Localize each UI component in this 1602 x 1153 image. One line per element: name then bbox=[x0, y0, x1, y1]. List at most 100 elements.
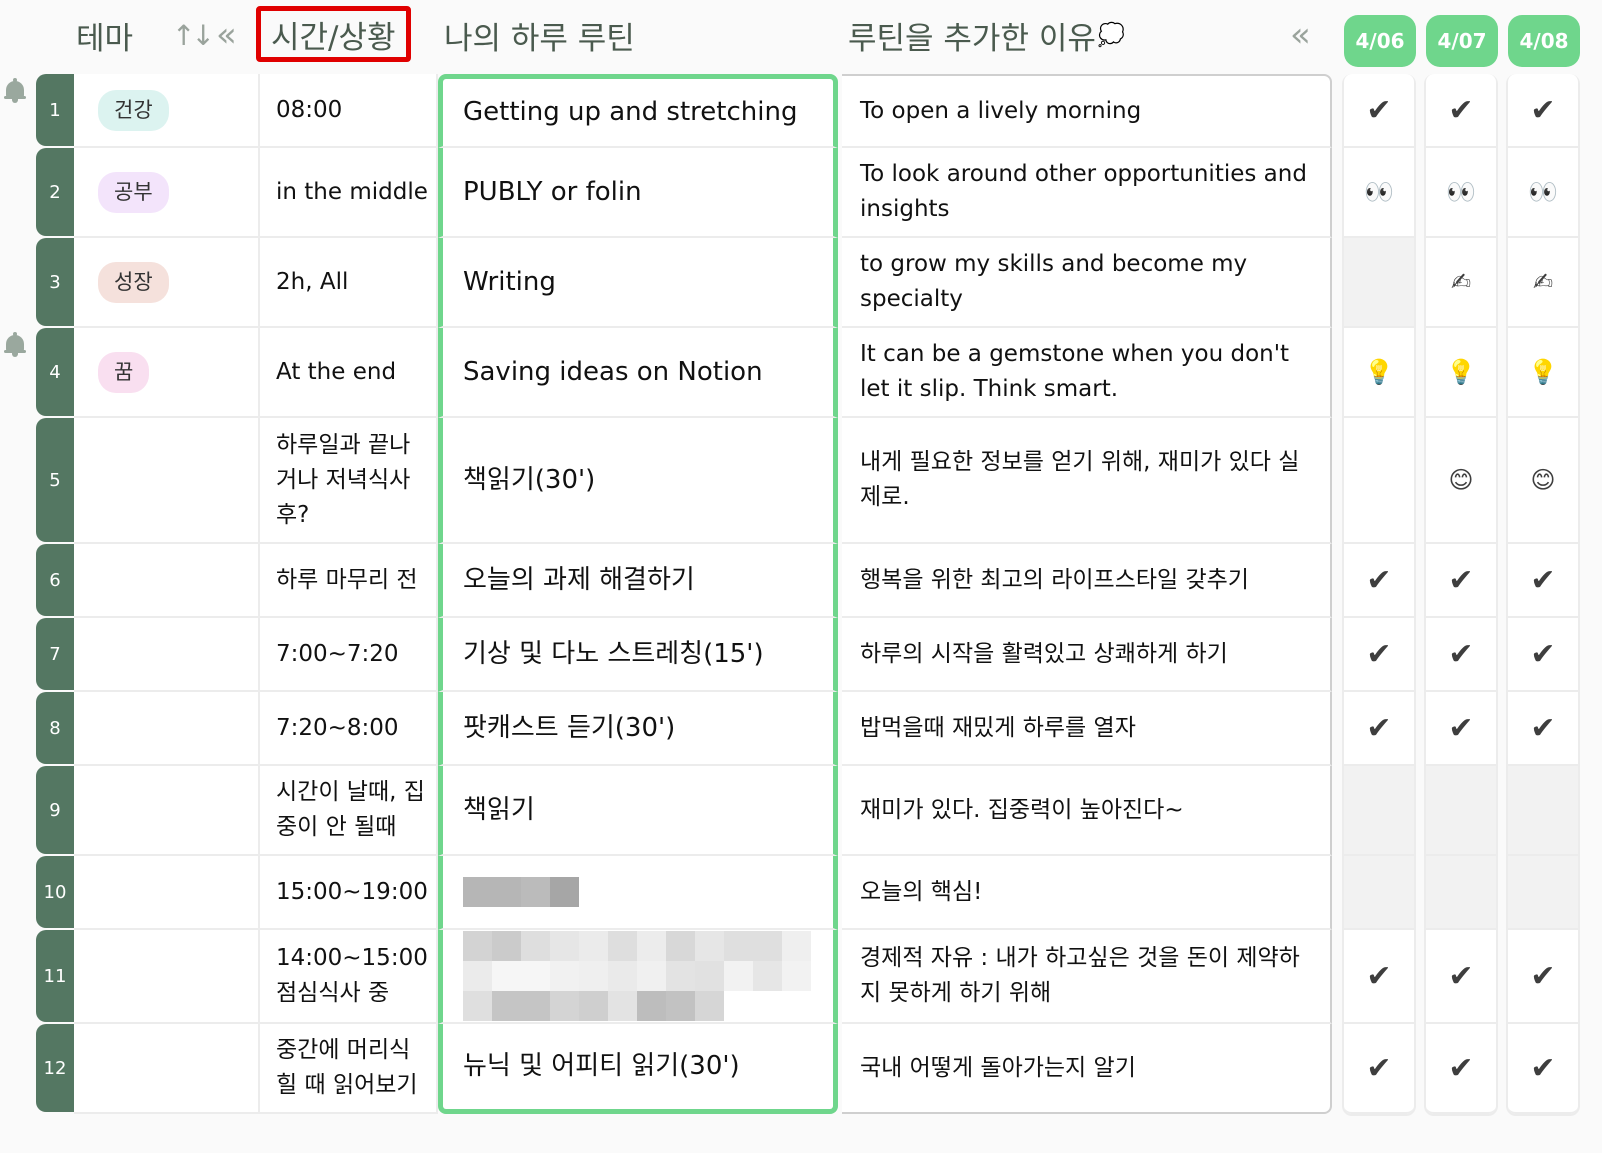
check-cell[interactable]: 👀 bbox=[1508, 148, 1578, 238]
theme-cell[interactable] bbox=[74, 856, 260, 930]
time-cell[interactable]: 중간에 머리식힐 때 읽어보기 bbox=[260, 1024, 438, 1114]
theme-cell[interactable]: 건강 bbox=[74, 74, 260, 148]
reason-cell[interactable]: 재미가 있다. 집중력이 높아진다~ bbox=[842, 766, 1332, 856]
routine-cell[interactable]: PUBLY or folin bbox=[438, 148, 838, 238]
table-row[interactable]: 2 공부 in the middle PUBLY or folin To look ar… bbox=[36, 148, 1332, 238]
table-row[interactable]: 6 하루 마무리 전 오늘의 과제 해결하기 행복을 위한 최고의 라이프스타일 갖추… bbox=[36, 544, 1332, 618]
routine-cell[interactable]: 책읽기 bbox=[438, 766, 838, 856]
sort-icon[interactable]: ↑↓ bbox=[172, 0, 215, 70]
empty-check-cell[interactable] bbox=[1508, 856, 1578, 930]
check-cell[interactable]: 👀 bbox=[1344, 148, 1414, 238]
column-header-theme[interactable]: 테마 bbox=[76, 0, 133, 70]
check-cell[interactable]: ✔ bbox=[1344, 544, 1414, 618]
row-number[interactable]: 4 bbox=[36, 328, 74, 416]
check-cell[interactable]: ✍ bbox=[1508, 238, 1578, 328]
check-cell[interactable]: 💡 bbox=[1426, 328, 1496, 418]
time-cell[interactable]: 시간이 날때, 집중이 안 될때 bbox=[260, 766, 438, 856]
reason-cell[interactable]: It can be a gemstone when you don't let … bbox=[842, 328, 1332, 418]
check-cell[interactable]: ✔ bbox=[1426, 618, 1496, 692]
bell-icon[interactable] bbox=[4, 78, 26, 104]
check-cell[interactable]: 😊 bbox=[1508, 418, 1578, 544]
theme-cell[interactable] bbox=[74, 544, 260, 618]
row-number[interactable]: 5 bbox=[36, 418, 74, 542]
theme-cell[interactable]: 공부 bbox=[74, 148, 260, 238]
table-row[interactable]: 7 7:00~7:20 기상 및 다노 스트레칭(15') 하루의 시작을 활력있고 … bbox=[36, 618, 1332, 692]
time-cell[interactable]: 08:00 bbox=[260, 74, 438, 148]
check-cell[interactable]: ✔ bbox=[1426, 692, 1496, 766]
reason-cell[interactable]: 오늘의 핵심! bbox=[842, 856, 1332, 930]
table-row[interactable]: 11 14:00~15:00 점심식사 중 경제적 자유 : 내가 하고싶은 것을 … bbox=[36, 930, 1332, 1024]
check-cell[interactable]: 💡 bbox=[1508, 328, 1578, 418]
routine-cell[interactable]: 오늘의 과제 해결하기 bbox=[438, 544, 838, 618]
table-row[interactable]: 4 꿈 At the end Saving ideas on Notion It can… bbox=[36, 328, 1332, 418]
collapse-dates-icon[interactable]: « bbox=[1290, 0, 1311, 70]
row-number[interactable]: 8 bbox=[36, 692, 74, 764]
theme-cell[interactable]: 성장 bbox=[74, 238, 260, 328]
reason-cell[interactable]: 경제적 자유 : 내가 하고싶은 것을 돈이 제약하지 못하게 하기 위해 bbox=[842, 930, 1332, 1024]
routine-cell[interactable]: 뉴닉 및 어피티 읽기(30') bbox=[438, 1024, 838, 1114]
column-header-time-situation[interactable]: 시간/상황 bbox=[256, 6, 411, 62]
check-cell[interactable]: 👀 bbox=[1426, 148, 1496, 238]
reason-cell[interactable]: To look around other opportunities and i… bbox=[842, 148, 1332, 238]
check-cell[interactable]: ✍ bbox=[1426, 238, 1496, 328]
row-number[interactable]: 12 bbox=[36, 1024, 74, 1112]
time-cell[interactable]: 7:20~8:00 bbox=[260, 692, 438, 766]
empty-check-cell[interactable] bbox=[1344, 238, 1414, 328]
empty-check-cell[interactable] bbox=[1344, 766, 1414, 856]
routine-cell[interactable]: 책읽기(30') bbox=[438, 418, 838, 544]
row-number[interactable]: 2 bbox=[36, 148, 74, 236]
row-number[interactable]: 6 bbox=[36, 544, 74, 616]
row-number[interactable]: 10 bbox=[36, 856, 74, 928]
table-row[interactable]: 10 15:00~19:00 오늘의 핵심! bbox=[36, 856, 1332, 930]
time-cell[interactable]: At the end bbox=[260, 328, 438, 418]
routine-cell[interactable] bbox=[438, 930, 838, 1024]
routine-cell[interactable]: Getting up and stretching bbox=[438, 74, 838, 148]
reason-cell[interactable]: to grow my skills and become my specialt… bbox=[842, 238, 1332, 328]
date-header-2[interactable]: 4/08 bbox=[1508, 15, 1580, 67]
theme-cell[interactable] bbox=[74, 618, 260, 692]
check-cell[interactable]: ✔ bbox=[1344, 74, 1414, 148]
reason-cell[interactable]: 하루의 시작을 활력있고 상쾌하게 하기 bbox=[842, 618, 1332, 692]
row-number[interactable]: 1 bbox=[36, 74, 74, 146]
empty-check-cell[interactable] bbox=[1426, 856, 1496, 930]
check-cell[interactable]: ✔ bbox=[1508, 1024, 1578, 1114]
routine-cell[interactable]: Writing bbox=[438, 238, 838, 328]
bell-icon[interactable] bbox=[4, 332, 26, 358]
check-cell[interactable]: ✔ bbox=[1426, 930, 1496, 1024]
theme-cell[interactable] bbox=[74, 766, 260, 856]
column-header-my-routine[interactable]: 나의 하루 루틴 bbox=[444, 0, 635, 70]
collapse-left-icon[interactable]: « bbox=[216, 0, 237, 70]
column-header-reason[interactable]: 루틴을 추가한 이유 💭 bbox=[848, 0, 1125, 70]
reason-cell[interactable]: 내게 필요한 정보를 얻기 위해, 재미가 있다 실제로. bbox=[842, 418, 1332, 544]
time-cell[interactable]: 2h, All bbox=[260, 238, 438, 328]
check-cell[interactable]: ✔ bbox=[1508, 618, 1578, 692]
check-cell[interactable]: ✔ bbox=[1344, 618, 1414, 692]
empty-check-cell[interactable] bbox=[1344, 856, 1414, 930]
theme-cell[interactable]: 꿈 bbox=[74, 328, 260, 418]
table-row[interactable]: 3 성장 2h, All Writing to grow my skills and b… bbox=[36, 238, 1332, 328]
check-cell[interactable]: 💡 bbox=[1344, 328, 1414, 418]
reason-cell[interactable]: 국내 어떻게 돌아가는지 알기 bbox=[842, 1024, 1332, 1114]
check-cell[interactable] bbox=[1344, 418, 1414, 544]
check-cell[interactable]: ✔ bbox=[1426, 544, 1496, 618]
time-cell[interactable]: 14:00~15:00 점심식사 중 bbox=[260, 930, 438, 1024]
theme-cell[interactable] bbox=[74, 692, 260, 766]
time-cell[interactable]: in the middle bbox=[260, 148, 438, 238]
table-row[interactable]: 1 건강 08:00 Getting up and stretching To open… bbox=[36, 74, 1332, 148]
row-number[interactable]: 3 bbox=[36, 238, 74, 326]
reason-cell[interactable]: 행복을 위한 최고의 라이프스타일 갖추기 bbox=[842, 544, 1332, 618]
theme-cell[interactable] bbox=[74, 930, 260, 1024]
routine-cell[interactable]: 팟캐스트 듣기(30') bbox=[438, 692, 838, 766]
theme-cell[interactable] bbox=[74, 1024, 260, 1114]
check-cell[interactable]: ✔ bbox=[1344, 1024, 1414, 1114]
empty-check-cell[interactable] bbox=[1508, 766, 1578, 856]
row-number[interactable]: 11 bbox=[36, 930, 74, 1022]
row-number[interactable]: 9 bbox=[36, 766, 74, 854]
routine-cell[interactable]: Saving ideas on Notion bbox=[438, 328, 838, 418]
check-cell[interactable]: ✔ bbox=[1508, 930, 1578, 1024]
row-number[interactable]: 7 bbox=[36, 618, 74, 690]
table-row[interactable]: 12 중간에 머리식힐 때 읽어보기 뉴닉 및 어피티 읽기(30') 국내 어떻게 … bbox=[36, 1024, 1332, 1114]
check-cell[interactable]: ✔ bbox=[1508, 544, 1578, 618]
table-row[interactable]: 8 7:20~8:00 팟캐스트 듣기(30') 밥먹을때 재밌게 하루를 열자 bbox=[36, 692, 1332, 766]
reason-cell[interactable]: To open a lively morning bbox=[842, 74, 1332, 148]
